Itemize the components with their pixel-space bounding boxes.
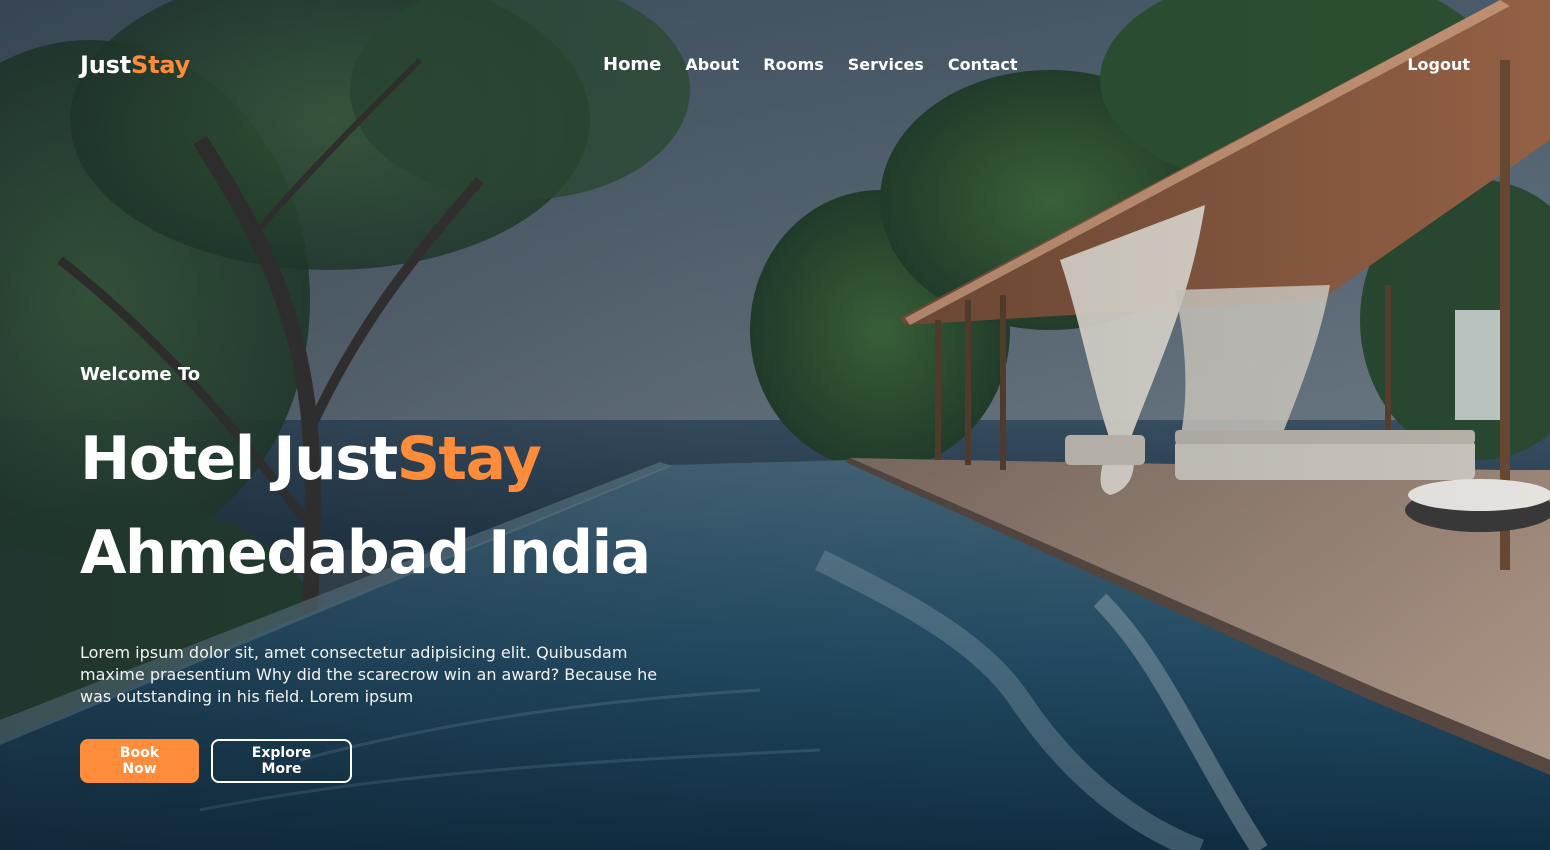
hero-description: Lorem ipsum dolor sit, amet consectetur … (80, 643, 658, 706)
book-now-button[interactable]: Book Now (80, 739, 199, 783)
nav-link-about[interactable]: About (685, 52, 739, 78)
brand-name-part2: Stay (130, 51, 191, 79)
navbar: JustStay Home About Rooms Services Conta… (0, 0, 1550, 130)
headline-accent: Stay (396, 424, 542, 494)
headline-line-1: Hotel JustStay (80, 412, 720, 506)
nav-menu: Home About Rooms Services Contact (603, 52, 1042, 78)
hero-actions: Book Now Explore More (80, 739, 720, 783)
hero-welcome-text: Welcome To (80, 364, 201, 385)
brand-name-part1: Just (80, 51, 131, 79)
headline-hotel-name: Hotel Just (80, 424, 398, 494)
brand-logo[interactable]: JustStay (80, 48, 190, 82)
logout-link[interactable]: Logout (1407, 52, 1470, 78)
explore-more-button[interactable]: Explore More (211, 739, 352, 783)
nav-link-contact[interactable]: Contact (948, 52, 1018, 78)
nav-link-services[interactable]: Services (848, 52, 924, 78)
nav-link-home[interactable]: Home (603, 52, 661, 78)
hero-headline: Hotel JustStay Ahmedabad India (80, 412, 720, 600)
nav-link-rooms[interactable]: Rooms (763, 52, 824, 78)
headline-location: Ahmedabad India (80, 518, 651, 588)
hero-section: Welcome To Hotel JustStay Ahmedabad Indi… (80, 358, 720, 783)
